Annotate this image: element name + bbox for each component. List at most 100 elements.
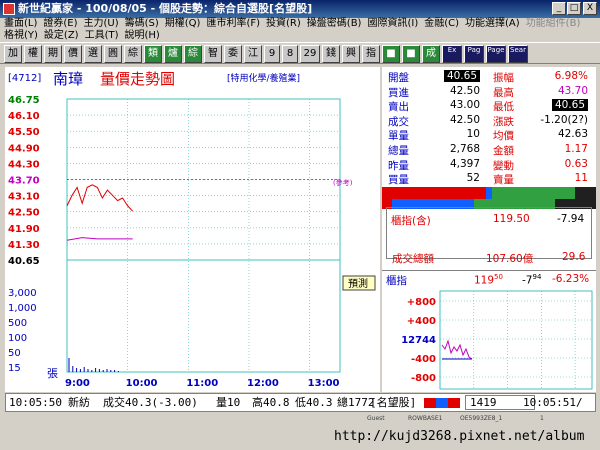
price-tick-label: 43.70 [8,176,40,187]
status-deal: 成交40.3(-3.00) [103,396,198,409]
price-tick-label: 44.90 [8,143,40,154]
toolbar-button[interactable]: Pag [464,45,484,63]
menu-item[interactable]: 主力(U) [84,18,119,30]
predict-button[interactable]: 預測 [348,277,368,290]
mini-tick-label: 12744 [401,335,436,346]
quote-label: 買進 [388,86,409,99]
toolbar-button[interactable]: 江 [244,45,262,63]
price-tick-label: 45.50 [8,127,40,138]
menu-item[interactable]: 證券(E) [43,18,77,30]
window-title: 新世紀贏家 - 100/08/05 - 個股走勢：綜合自選股[名望股] [18,2,313,15]
quote-value: 4,397 [449,157,480,170]
menu-item[interactable]: 設定(Z) [44,30,79,42]
mini-index-label: 櫃指 [386,275,407,287]
toolbar-button[interactable]: ■ [402,45,420,63]
time-axis: 9:00 10:00 11:00 12:00 13:00 [65,378,340,389]
chart-title: 量價走勢圖 [100,70,175,88]
quote-label: 買量 [388,174,409,187]
toolbar-button[interactable]: 29 [300,45,320,63]
toolbar-button[interactable]: 成 [422,45,440,63]
toolbar-button[interactable]: 權 [24,45,42,63]
status-high: 高40.8 [252,396,290,409]
status-vol: 量10 [216,396,241,409]
menu-item[interactable]: 畫面(L) [4,18,37,30]
price-volume-chart-pane: [4712] 南璋 量價走勢圖 [特用化學/養殖業] 46.75 46.10 45.… [5,67,380,392]
price-tick-label: 44.30 [8,159,40,170]
toolbar-button[interactable]: 9 [264,45,280,63]
toolbar-button[interactable]: 綜 [124,45,142,63]
menu-item[interactable]: 說明(H) [125,30,160,42]
price-tick-label: 41.90 [8,224,40,235]
minimize-button[interactable]: _ [552,2,566,15]
buy-sell-bar [382,187,596,199]
status-low: 低40.3 [295,396,333,409]
time-tick-label: 13:00 [308,378,340,389]
quote-value: 10 [466,128,480,141]
price-volume-chart: [4712] 南璋 量價走勢圖 [特用化學/養殖業] 46.75 46.10 45.… [8,70,376,389]
volume-tick-label: 15 [8,363,21,374]
menu-item[interactable]: 匯市利率(F) [206,18,260,30]
volume-tick-label: 500 [8,318,27,329]
close-button[interactable]: X [583,2,597,15]
status-color-bar [424,398,460,408]
menu-item[interactable]: 金融(C) [424,18,459,30]
menu-item[interactable]: 工具(T) [85,30,119,42]
toolbar-button[interactable]: 選 [84,45,102,63]
toolbar-button[interactable]: 錢 [322,45,340,63]
toolbar: 加權期價選圓綜類爐綜智委江 9 8 29 錢興指 ■ ■ 成 Ex Pag Page Sear [0,42,600,64]
menu-item[interactable]: 投資(R) [266,18,301,30]
quote-label: 最高 [493,86,514,99]
menu-item[interactable]: 格視(Y) [4,30,38,42]
price-tick-label: 43.10 [8,192,40,203]
mini-index-pct: -6.23% [552,273,590,285]
menu-item[interactable]: 國際資訊(I) [367,18,418,30]
time-tick-label: 10:00 [126,378,158,389]
price-axis: 46.75 46.10 45.50 44.90 44.30 43.70 43.10 42.50… [8,95,40,267]
toolbar-button[interactable]: 8 [282,45,298,63]
toolbar-button[interactable]: 智 [204,45,222,63]
turnover-value: 107.60億 [486,253,534,265]
page-number: 1 [540,415,544,422]
menu-item[interactable]: 功能組件(B) [526,18,581,30]
quote-label: 均價 [493,130,514,143]
index-label: 櫃指(含) [391,215,431,227]
toolbar-button[interactable]: 類 [144,45,162,63]
index-value: 119.50 [493,213,530,225]
time-tick-label: 12:00 [247,378,279,389]
toolbar-button[interactable]: 圓 [104,45,122,63]
quote-label: 變動 [493,159,514,172]
toolbar-button[interactable]: Sear [508,45,528,63]
toolbar-button[interactable]: 綜 [184,45,202,63]
quote-label: 成交 [388,115,409,128]
status-seq: 1419 [470,396,497,409]
toolbar-button[interactable]: 期 [44,45,62,63]
menu-item[interactable]: 功能選擇(A) [465,18,520,30]
menu-item[interactable]: 籌碼(S) [125,18,159,30]
status-stock: 新紡 [68,396,90,409]
toolbar-button[interactable]: 委 [224,45,242,63]
menu-item[interactable]: 操盤密碼(B) [307,18,362,30]
toolbar-button[interactable]: Page [486,45,506,63]
chart-series [66,184,134,372]
server-label-2: OE5993ZE8_1 [460,415,503,422]
time-tick-label: 11:00 [186,378,218,389]
toolbar-button[interactable]: 價 [64,45,82,63]
toolbar-button[interactable]: 爐 [164,45,182,63]
toolbar-button[interactable]: 指 [362,45,380,63]
menu-bar: 畫面(L) 證券(E) 主力(U) 籌碼(S) 期權(Q) 匯市利率(F) 投資(R) 操盤密… [0,18,600,42]
menu-row-1: 畫面(L) 證券(E) 主力(U) 籌碼(S) 期權(Q) 匯市利率(F) 投資(R) 操盤密… [4,18,586,30]
toolbar-button[interactable]: ■ [382,45,400,63]
status-time: 10:05:50 [9,396,62,409]
mini-change-small: 94 [532,273,542,281]
toolbar-button[interactable]: 加 [4,45,22,63]
quote-label: 開盤 [388,72,409,84]
mini-tick-label: +800 [407,297,436,308]
menu-item[interactable]: 期權(Q) [165,18,201,30]
mini-tick-label: +400 [407,316,436,327]
toolbar-button[interactable]: 興 [342,45,360,63]
toolbar-button[interactable]: Ex [442,45,462,63]
maximize-button[interactable]: □ [567,2,581,15]
quote-value: 42.63 [557,128,588,141]
turnover-label: 成交總額 [392,253,434,265]
stock-name: 南璋 [53,70,83,88]
